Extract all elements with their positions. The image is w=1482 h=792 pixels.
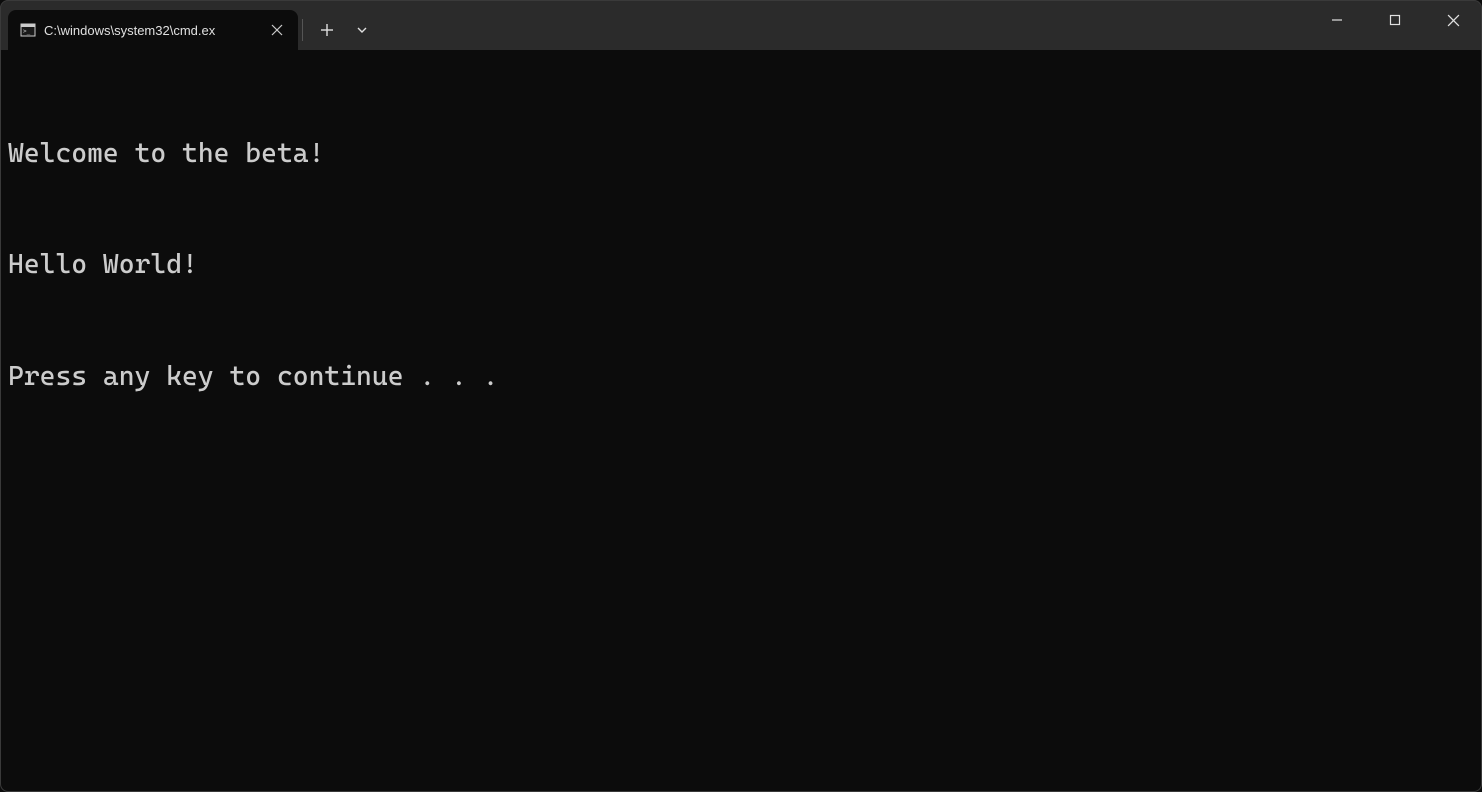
tab-cmd[interactable]: >_ C:\windows\system32\cmd.ex: [8, 10, 298, 50]
svg-text:>_: >_: [23, 28, 31, 35]
terminal-content[interactable]: Welcome to the beta! Hello World! Press …: [0, 50, 1482, 792]
maximize-button[interactable]: [1366, 0, 1424, 40]
minimize-button[interactable]: [1308, 0, 1366, 40]
window-controls: [1308, 0, 1482, 50]
maximize-icon: [1389, 14, 1401, 26]
close-icon: [1447, 14, 1460, 27]
tab-dropdown-button[interactable]: [347, 10, 377, 50]
tab-strip: >_ C:\windows\system32\cmd.ex: [0, 0, 377, 50]
plus-icon: [321, 24, 333, 36]
tab-title: C:\windows\system32\cmd.ex: [44, 23, 260, 38]
new-tab-button[interactable]: [307, 10, 347, 50]
tab-actions: [298, 0, 377, 50]
chevron-down-icon: [356, 24, 368, 36]
terminal-line: Hello World!: [8, 246, 1474, 283]
terminal-icon: >_: [20, 22, 36, 38]
tab-divider: [302, 19, 303, 41]
terminal-line: Welcome to the beta!: [8, 135, 1474, 172]
tab-close-button[interactable]: [268, 21, 286, 39]
title-bar: >_ C:\windows\system32\cmd.ex: [0, 0, 1482, 50]
minimize-icon: [1331, 14, 1343, 26]
terminal-line: Press any key to continue . . .: [8, 358, 1474, 395]
close-button[interactable]: [1424, 0, 1482, 40]
